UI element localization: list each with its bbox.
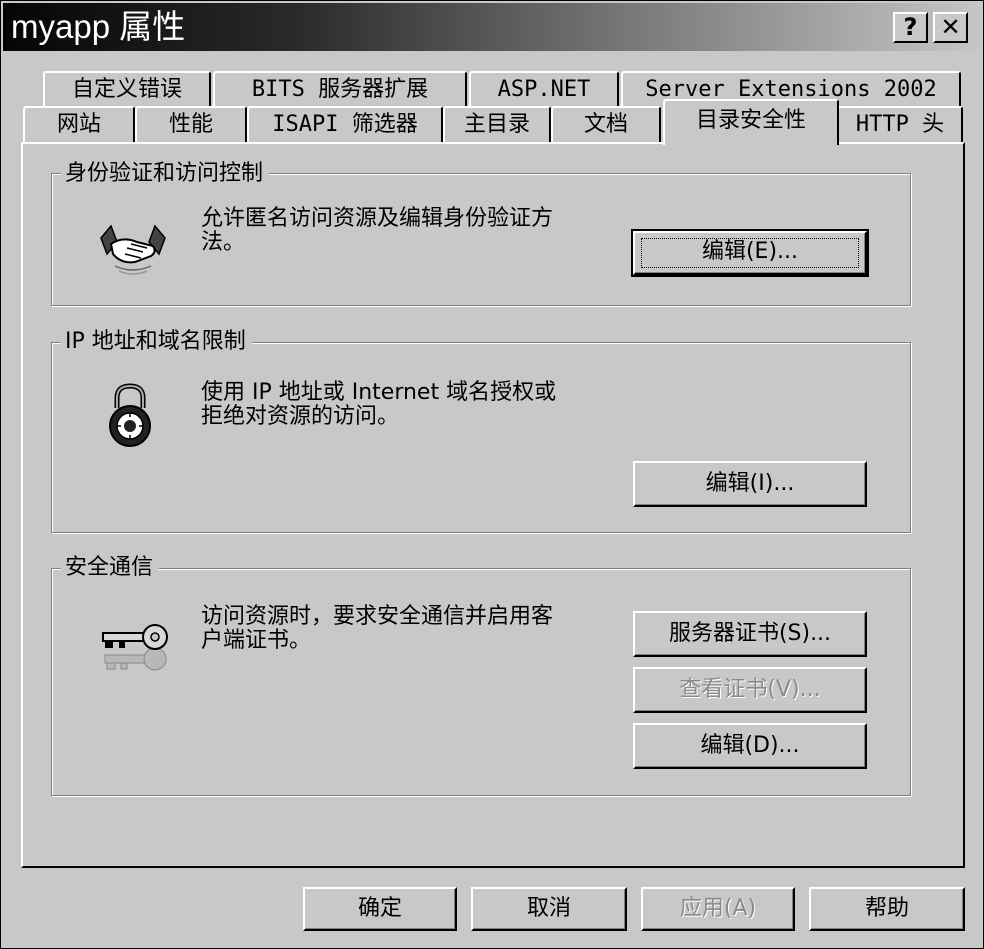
tab-http-headers[interactable]: HTTP 头 [837,106,963,143]
properties-dialog: myapp 属性 ? ✕ 自定义错误 BITS 服务器扩展 ASP.NET Se… [0,0,984,949]
ip-edit-button[interactable]: 编辑(I)... [633,461,867,507]
tab-documents[interactable]: 文档 [551,106,661,143]
secure-edit-button[interactable]: 编辑(D)... [633,723,867,769]
ip-restrictions-group-title: IP 地址和域名限制 [61,327,252,357]
view-certificate-button[interactable]: 查看证书(V)... [633,667,867,713]
auth-access-group-title: 身份验证和访问控制 [61,159,270,189]
auth-description-line2: 法。 [201,230,246,255]
tab-asp-net[interactable]: ASP.NET [469,71,619,107]
secure-description-line1: 访问资源时，要求安全通信并启用客 [201,604,554,629]
help-icon[interactable]: ? [893,12,928,43]
server-certificate-button[interactable]: 服务器证书(S)... [633,611,867,657]
focus-ring [641,238,859,268]
ip-description-line2: 拒绝对资源的访问。 [201,404,400,429]
key-icon [102,624,168,671]
tab-isapi-filters[interactable]: ISAPI 筛选器 [247,106,443,143]
ip-description-line1: 使用 IP 地址或 Internet 域名授权或 [201,380,557,405]
apply-button[interactable]: 应用(A) [641,887,795,931]
tab-directory-security[interactable]: 目录安全性 [663,99,839,145]
tab-custom-errors[interactable]: 自定义错误 [43,71,211,107]
padlock-icon [109,383,151,447]
secure-description-line2: 户端证书。 [201,628,312,653]
auth-edit-button[interactable]: 编辑(E)... [631,229,869,277]
tab-home-directory[interactable]: 主目录 [443,106,551,143]
help-button[interactable]: 帮助 [809,887,965,931]
cancel-button[interactable]: 取消 [471,887,627,931]
handshake-icon [100,224,166,275]
tab-performance[interactable]: 性能 [135,106,247,143]
title-bar[interactable]: myapp 属性 ? ✕ [3,3,981,51]
tab-website[interactable]: 网站 [23,106,135,143]
secure-comm-group-title: 安全通信 [61,553,160,583]
window-title: myapp 属性 [11,8,186,45]
ok-button[interactable]: 确定 [303,887,457,931]
tab-bits-server-extensions[interactable]: BITS 服务器扩展 [213,71,467,107]
close-icon[interactable]: ✕ [933,12,968,43]
auth-description-line1: 允许匿名访问资源及编辑身份验证方 [201,206,554,231]
